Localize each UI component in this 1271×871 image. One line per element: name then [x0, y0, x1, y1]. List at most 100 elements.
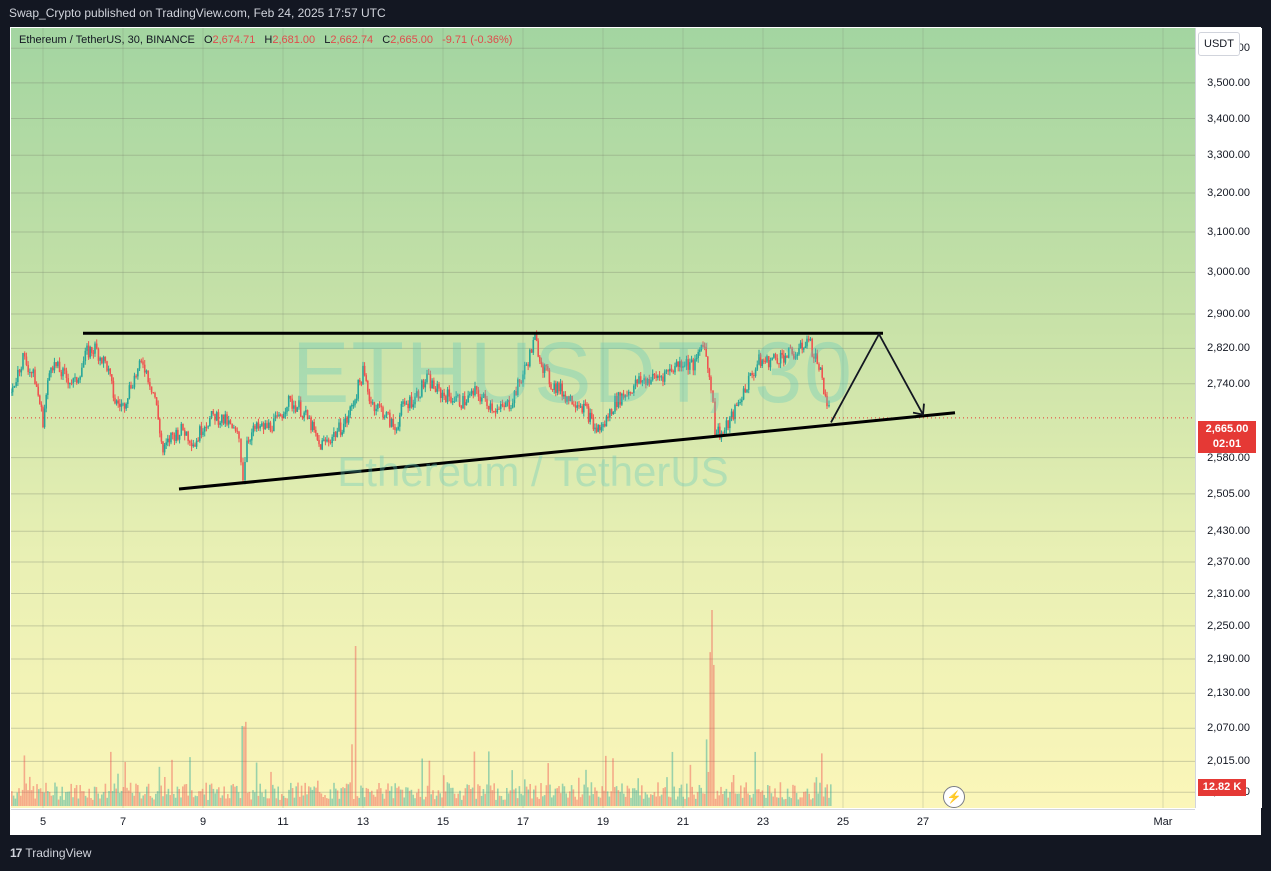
candle-body	[331, 436, 333, 444]
volume-bar	[63, 799, 65, 806]
volume-bar	[432, 790, 434, 806]
volume-bar	[570, 785, 573, 806]
candle-body	[339, 422, 342, 435]
volume-bar	[520, 793, 522, 806]
volume-bar	[758, 789, 760, 806]
volume-bar	[666, 777, 668, 806]
volume-bar	[126, 787, 128, 806]
candle-body	[254, 425, 256, 429]
volume-bar	[822, 796, 825, 806]
volume-bar	[160, 785, 162, 806]
volume-bar	[192, 797, 195, 806]
candle-body	[234, 427, 237, 431]
volume-bar	[57, 799, 60, 806]
volume-bar	[790, 798, 792, 806]
volume-bar	[97, 793, 99, 806]
currency-button[interactable]: USDT	[1198, 32, 1240, 56]
volume-bar	[623, 793, 625, 806]
bar-countdown: 02:01	[1212, 438, 1242, 450]
volume-bar	[95, 787, 98, 806]
volume-bar	[252, 790, 254, 806]
candle-body	[341, 432, 343, 435]
price-axis[interactable]: 3,600.003,500.003,400.003,300.003,200.00…	[1195, 28, 1262, 808]
price-tick-label: 2,310.00	[1207, 587, 1250, 600]
candle-body	[394, 426, 396, 430]
time-axis[interactable]: 5 7 9 11 13 15 17 19 21 23 25 27 Mar	[11, 809, 1195, 835]
volume-bar	[198, 791, 200, 806]
volume-bar	[479, 785, 481, 806]
volume-bar	[81, 791, 83, 806]
ohlc-legend: Ethereum / TetherUS, 30, BINANCE O2,674.…	[19, 34, 512, 46]
volume-bar	[264, 789, 267, 806]
volume-bar	[518, 786, 521, 806]
volume-bar	[164, 776, 166, 806]
candle-body	[177, 429, 179, 440]
volume-bar	[646, 794, 648, 806]
volume-bar	[506, 787, 508, 806]
volume-bar	[358, 797, 360, 806]
volume-bar	[626, 785, 629, 806]
volume-bar	[315, 787, 317, 806]
volume-bar	[696, 792, 699, 806]
volume-bar	[668, 796, 670, 806]
volume-bar	[281, 794, 283, 806]
volume-bar	[495, 799, 497, 806]
candle-body	[236, 430, 239, 432]
volume-bar	[752, 793, 755, 806]
volume-bar	[257, 795, 260, 806]
candle-body	[269, 422, 272, 431]
candle-body	[194, 444, 196, 447]
volume-bar	[549, 784, 551, 806]
volume-bar	[632, 788, 634, 806]
volume-bar	[498, 795, 501, 806]
volume-bar	[804, 791, 807, 806]
volume-bar	[471, 787, 474, 806]
volume-bar	[777, 797, 780, 806]
volume-bar	[39, 788, 42, 806]
volume-bar	[128, 790, 130, 806]
volume-bar	[101, 794, 103, 806]
volume-bar	[374, 796, 377, 806]
candle-body	[200, 426, 203, 436]
candle-body	[316, 433, 319, 440]
tradingview-brand[interactable]: 17 TradingView	[10, 846, 91, 860]
volume-bar	[552, 795, 555, 806]
volume-bar	[659, 796, 661, 806]
current-price-tag: 2,665.00 02:01	[1198, 421, 1256, 453]
price-pane[interactable]: ETHUSDT, 30 Ethereum / TetherUS Ethereum…	[11, 28, 1195, 808]
volume-bar	[533, 789, 535, 806]
volume-bar	[588, 795, 591, 806]
volume-bar	[171, 759, 173, 806]
candle-body	[327, 439, 330, 442]
volume-bar	[614, 787, 616, 806]
candle-body	[397, 426, 399, 430]
volume-bar	[230, 785, 233, 806]
volume-bar	[122, 787, 125, 806]
volume-bar	[68, 791, 71, 806]
volume-bar	[437, 790, 440, 806]
legend-symbol[interactable]: Ethereum / TetherUS, 30, BINANCE	[19, 34, 195, 46]
volume-bar	[597, 796, 600, 806]
volume-bar	[587, 787, 589, 806]
volume-bar	[250, 799, 252, 806]
price-tick-label: 2,580.00	[1207, 451, 1250, 464]
volume-bar	[302, 795, 305, 806]
volume-bar	[106, 797, 108, 806]
price-tick-label: 3,300.00	[1207, 149, 1250, 162]
volume-bar	[543, 795, 546, 806]
volume-bar	[38, 789, 40, 806]
flash-icon[interactable]: ⚡	[943, 786, 965, 808]
volume-bar	[419, 796, 422, 806]
volume-bar	[603, 790, 605, 806]
volume-bar	[705, 739, 708, 806]
candle-body	[167, 438, 169, 443]
volume-bar	[756, 789, 758, 806]
volume-bar	[641, 785, 643, 806]
candle-body	[313, 422, 315, 430]
volume-bar	[290, 782, 292, 806]
volume-bar	[331, 798, 333, 806]
volume-bar	[34, 798, 36, 806]
volume-bar	[297, 782, 299, 806]
volume-bar	[515, 788, 517, 806]
volume-bar	[563, 786, 566, 806]
